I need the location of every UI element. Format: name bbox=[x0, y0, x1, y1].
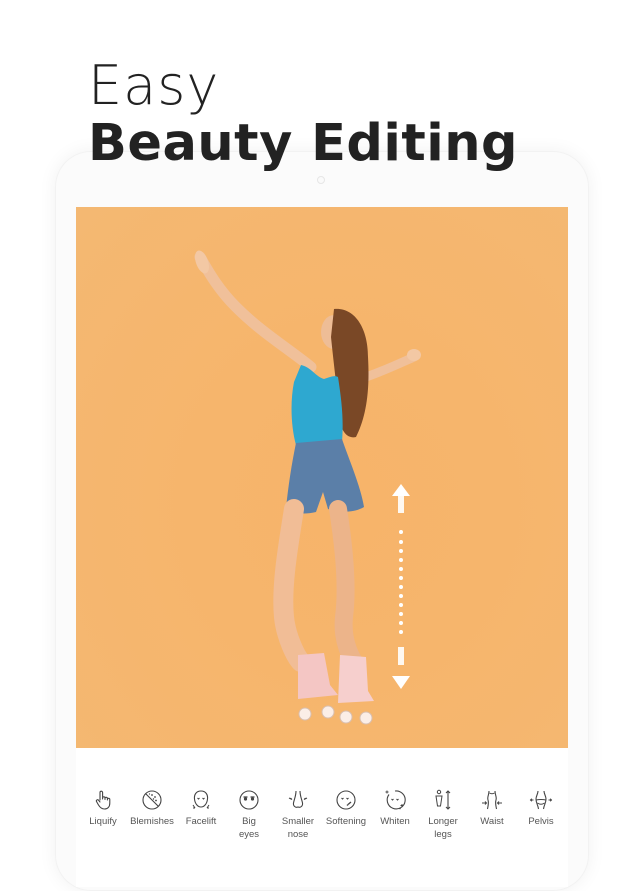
left-leg bbox=[273, 499, 311, 672]
tool-label: Big eyes bbox=[238, 816, 260, 840]
blemish-face-icon bbox=[142, 790, 162, 810]
tool-facelift[interactable]: Facelift bbox=[177, 788, 225, 829]
tool-label: Smaller nose bbox=[281, 816, 315, 840]
right-arm bbox=[361, 352, 419, 382]
softening-face-icon bbox=[336, 790, 356, 810]
longer-legs-icon bbox=[435, 789, 451, 810]
camera-icon bbox=[317, 176, 325, 184]
app-screen: Liquify Blemishes Facelift Big eyes Smal… bbox=[76, 207, 568, 887]
tool-whiten[interactable]: Whiten bbox=[371, 788, 419, 829]
left-skate bbox=[298, 653, 338, 699]
pelvis-icon bbox=[529, 790, 553, 810]
bodysuit bbox=[291, 365, 343, 445]
photo-canvas[interactable] bbox=[76, 207, 568, 748]
tool-softening[interactable]: Softening bbox=[322, 788, 370, 829]
whiten-face-icon bbox=[385, 790, 406, 810]
tool-label: Facelift bbox=[185, 816, 217, 827]
right-hand bbox=[407, 349, 421, 361]
tool-liquify[interactable]: Liquify bbox=[79, 788, 127, 829]
facelift-icon bbox=[192, 790, 210, 809]
tool-label: Liquify bbox=[89, 816, 117, 827]
right-skate bbox=[338, 655, 374, 703]
headline-line-1: Easy bbox=[88, 54, 220, 117]
skate-wheels bbox=[298, 705, 373, 725]
tool-big-eyes[interactable]: Big eyes bbox=[225, 788, 273, 841]
tool-label: Blemishes bbox=[130, 816, 174, 827]
beauty-tools-toolbar: Liquify Blemishes Facelift Big eyes Smal… bbox=[76, 748, 568, 887]
nose-icon bbox=[288, 790, 308, 808]
tool-label: Softening bbox=[325, 816, 367, 827]
tool-smaller-nose[interactable]: Smaller nose bbox=[274, 788, 322, 841]
tool-label: Longer legs bbox=[428, 816, 458, 840]
right-leg bbox=[329, 500, 363, 671]
tool-waist[interactable]: Waist bbox=[468, 788, 516, 829]
headline: Easy Beauty Editing bbox=[88, 56, 518, 172]
tool-label: Waist bbox=[480, 816, 504, 827]
tool-longer-legs[interactable]: Longer legs bbox=[419, 788, 467, 841]
tool-pelvis[interactable]: Pelvis bbox=[517, 788, 565, 829]
vertical-stretch-arrows-icon[interactable] bbox=[392, 484, 410, 689]
hand-pointer-icon bbox=[95, 790, 111, 810]
tool-label: Whiten bbox=[380, 816, 410, 827]
waist-icon bbox=[482, 790, 502, 810]
tool-blemishes[interactable]: Blemishes bbox=[128, 788, 176, 829]
raised-arm bbox=[194, 251, 317, 373]
tool-label: Pelvis bbox=[528, 816, 554, 827]
headline-line-2: Beauty Editing bbox=[88, 114, 519, 173]
photo-illustration bbox=[194, 250, 421, 725]
big-eyes-icon bbox=[239, 790, 259, 810]
